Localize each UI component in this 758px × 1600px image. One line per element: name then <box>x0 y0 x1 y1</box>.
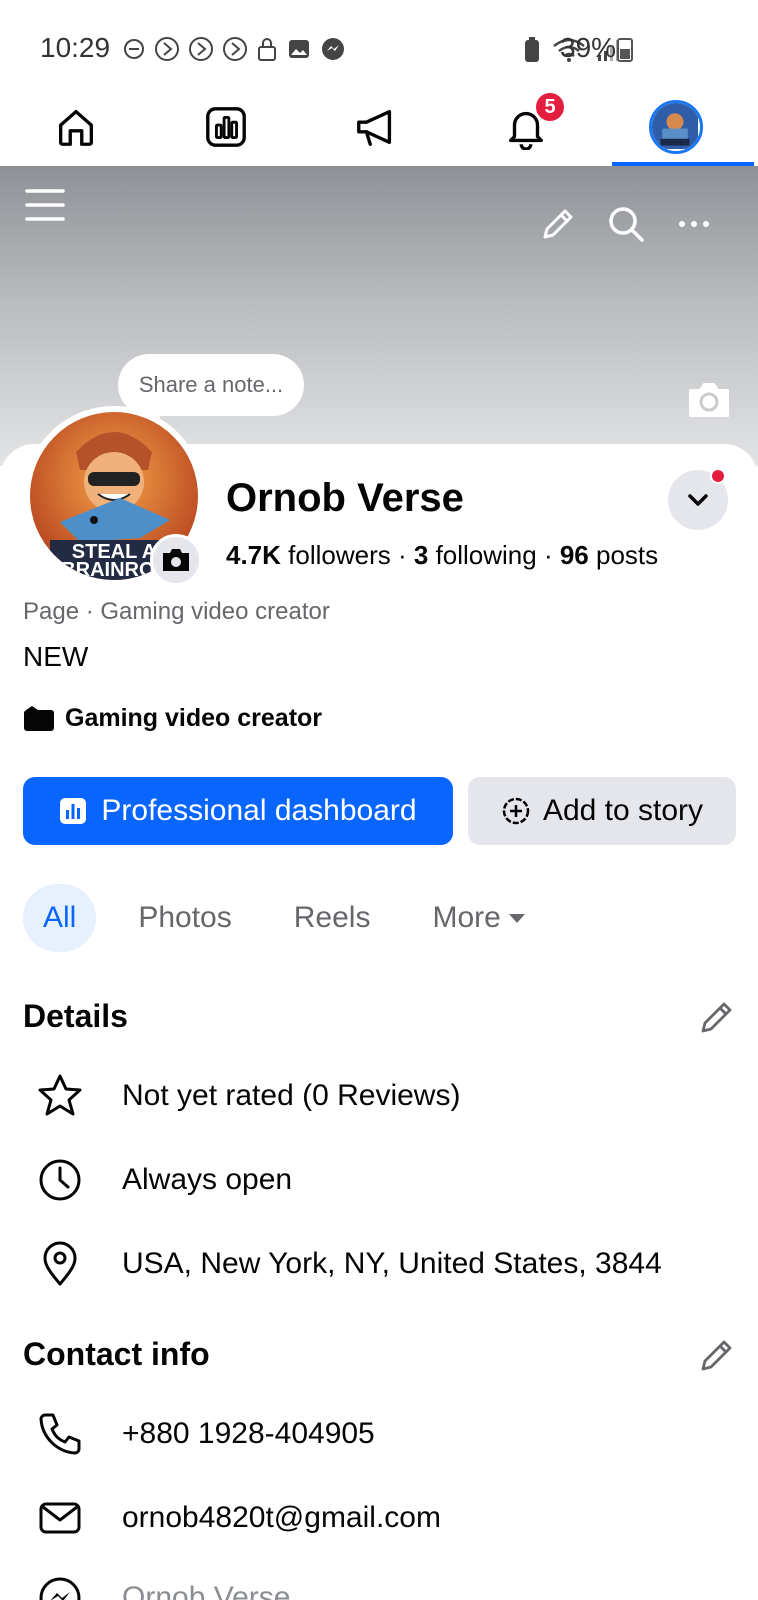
pencil-icon <box>701 1340 732 1371</box>
add-to-story-label: Add to story <box>542 794 704 827</box>
phone-icon <box>36 1410 84 1458</box>
do-not-disturb-icon <box>124 39 144 59</box>
messenger-icon <box>36 1574 84 1600</box>
pencil-icon <box>701 1002 732 1033</box>
battery-icon <box>617 38 633 62</box>
more-options-button[interactable] <box>672 202 716 246</box>
nav-notifications[interactable]: 5 <box>466 88 586 166</box>
clapperboard-icon <box>24 705 54 731</box>
nav-dashboard[interactable] <box>166 88 286 166</box>
followers-count: 4.7K <box>226 540 281 570</box>
page-category: Page · Gaming video creator <box>23 598 330 625</box>
camera-icon <box>163 549 189 571</box>
add-circle-icon <box>502 797 530 825</box>
edit-profile-picture-button[interactable] <box>150 534 202 586</box>
tab-all[interactable]: All <box>23 884 97 952</box>
search-button[interactable] <box>604 202 648 246</box>
pencil-icon <box>543 209 573 239</box>
following-label: following <box>435 540 537 570</box>
dashboard-icon <box>206 107 246 147</box>
posts-count: 96 <box>559 540 589 570</box>
profile-stats: 4.7K followers · 3 following · 96 posts <box>226 540 658 571</box>
edit-details-button[interactable] <box>698 998 738 1038</box>
rating-text: Not yet rated (0 Reviews) <box>122 1079 461 1112</box>
nav-home[interactable] <box>16 88 136 166</box>
gallery-icon <box>289 40 309 58</box>
status-time: 10:29 <box>40 32 111 63</box>
creator-category-row: Gaming video creator <box>23 704 322 733</box>
contact-info-heading: Contact info <box>23 1336 210 1372</box>
stats-separator: · <box>536 540 560 570</box>
tab-label: All <box>43 901 77 934</box>
followers-label: followers <box>288 540 391 570</box>
creator-category-label: Gaming video creator <box>65 704 323 732</box>
star-icon <box>36 1072 84 1120</box>
tab-reels[interactable]: Reels <box>274 884 391 952</box>
posts-label: posts <box>596 540 659 570</box>
hamburger-icon <box>25 189 65 221</box>
add-to-story-button[interactable]: Add to story <box>468 777 736 845</box>
edit-cover-button[interactable] <box>686 380 732 420</box>
home-icon <box>58 109 94 146</box>
status-notification-icons <box>122 36 346 62</box>
chevron-down-icon <box>688 494 708 506</box>
clock-icon <box>36 1156 84 1204</box>
tab-label: Photos <box>138 901 232 934</box>
stats-separator: · <box>390 540 414 570</box>
bio: NEW <box>23 641 89 672</box>
email-text: ornob4820t@gmail.com <box>122 1501 441 1534</box>
tab-photos[interactable]: Photos <box>118 884 251 952</box>
mail-icon <box>36 1494 84 1542</box>
address-text: USA, New York, NY, United States, 3844 <box>122 1247 662 1280</box>
profile-tabs: All Photos Reels More <box>23 884 567 952</box>
professional-dashboard-label: Professional dashboard <box>101 794 417 827</box>
phone-text: +880 1928-404905 <box>122 1417 375 1450</box>
lock-icon <box>258 38 276 61</box>
professional-dashboard-button[interactable]: Professional dashboard <box>23 777 453 845</box>
megaphone-icon <box>357 109 392 146</box>
unread-dot <box>710 468 726 484</box>
share-note-bubble[interactable]: Share a note... <box>118 354 304 416</box>
top-navigation: 5 <box>0 88 758 166</box>
messenger-text: Ornob Verse <box>122 1581 291 1600</box>
edit-contact-button[interactable] <box>698 1336 738 1376</box>
search-icon <box>609 207 644 242</box>
camera-icon <box>689 383 729 417</box>
following-count: 3 <box>413 540 429 570</box>
nav-ads[interactable] <box>316 88 436 166</box>
ellipsis-icon <box>679 221 709 227</box>
detail-rating: Not yet rated (0 Reviews) <box>36 1072 460 1120</box>
status-bar: 10:29 39% <box>0 0 758 88</box>
notification-badge: 5 <box>534 91 566 123</box>
avatar <box>649 100 703 154</box>
detail-address[interactable]: USA, New York, NY, United States, 3844 <box>36 1240 662 1288</box>
dashboard-icon <box>60 798 87 824</box>
messenger-status-icon <box>322 38 344 60</box>
following-stat[interactable]: 3 following <box>414 540 537 570</box>
nav-profile[interactable] <box>616 88 736 166</box>
location-pin-icon <box>36 1240 84 1288</box>
detail-hours: Always open <box>36 1156 292 1204</box>
tab-more[interactable]: More <box>412 884 544 952</box>
tab-label: Reels <box>293 901 371 934</box>
posts-stat: 96 posts <box>560 540 658 570</box>
app-notification-icon <box>189 37 213 61</box>
profile-name: Ornob Verse <box>226 476 464 520</box>
contact-email[interactable]: ornob4820t@gmail.com <box>36 1494 441 1542</box>
contact-phone[interactable]: +880 1928-404905 <box>36 1410 375 1458</box>
battery-saver-icon <box>525 37 539 62</box>
battery-percentage: 39% <box>560 32 617 63</box>
app-notification-icon <box>223 37 247 61</box>
app-notification-icon <box>155 37 179 61</box>
hours-text: Always open <box>122 1163 293 1196</box>
followers-stat[interactable]: 4.7K followers <box>226 540 391 570</box>
contact-messenger[interactable]: Ornob Verse <box>36 1574 290 1600</box>
tab-label: More <box>432 901 501 934</box>
menu-button[interactable] <box>24 184 66 226</box>
edit-profile-button[interactable] <box>536 202 580 246</box>
caret-down-icon <box>508 913 525 923</box>
details-heading: Details <box>23 998 128 1034</box>
